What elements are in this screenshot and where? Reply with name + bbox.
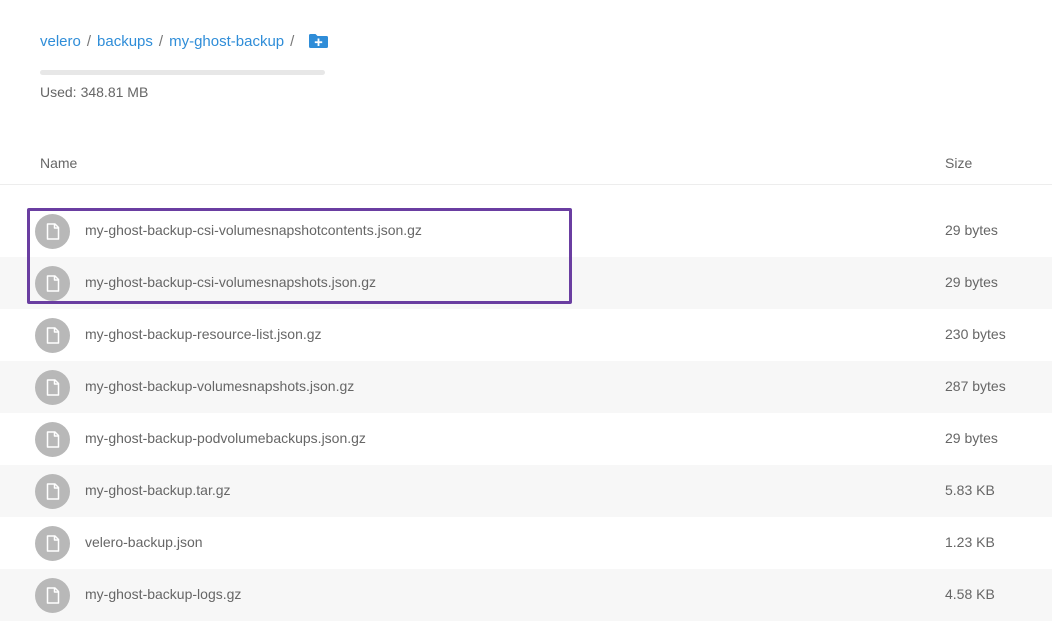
file-icon (35, 422, 70, 457)
file-icon (35, 318, 70, 353)
file-row[interactable]: my-ghost-backup-resource-list.json.gz 230… (0, 309, 1052, 361)
file-icon (35, 266, 70, 301)
breadcrumb-link-backups[interactable]: backups (97, 33, 153, 50)
file-browser-page: velero / backups / my-ghost-backup / Use… (0, 0, 1052, 632)
file-name[interactable]: my-ghost-backup-volumesnapshots.json.gz (85, 378, 354, 394)
breadcrumb: velero / backups / my-ghost-backup / (40, 30, 329, 52)
storage-usage-bar (40, 70, 325, 75)
file-name[interactable]: velero-backup.json (85, 534, 203, 550)
file-row[interactable]: my-ghost-backup-logs.gz 4.58 KB (0, 569, 1052, 621)
file-size: 29 bytes (945, 430, 998, 446)
file-icon (35, 526, 70, 561)
file-row[interactable]: my-ghost-backup-csi-volumesnapshots.json… (0, 257, 1052, 309)
breadcrumb-separator: / (290, 32, 295, 50)
storage-used-value: 348.81 MB (80, 84, 149, 100)
breadcrumb-separator: / (158, 32, 164, 50)
column-header-size[interactable]: Size (945, 155, 972, 171)
file-name[interactable]: my-ghost-backup.tar.gz (85, 482, 231, 498)
file-size: 230 bytes (945, 326, 1006, 342)
storage-used-label: Used: (40, 84, 77, 100)
storage-used-text: Used: 348.81 MB (40, 84, 148, 100)
file-name[interactable]: my-ghost-backup-csi-volumesnapshots.json… (85, 274, 376, 290)
file-name[interactable]: my-ghost-backup-podvolumebackups.json.gz (85, 430, 366, 446)
file-list: my-ghost-backup-csi-volumesnapshotconten… (0, 205, 1052, 621)
file-icon (35, 214, 70, 249)
file-icon (35, 370, 70, 405)
file-size: 287 bytes (945, 378, 1006, 394)
folder-plus-icon[interactable] (308, 32, 329, 50)
file-icon (35, 578, 70, 613)
file-size: 29 bytes (945, 274, 998, 290)
file-table-header: Name Size (0, 143, 1052, 185)
file-size: 5.83 KB (945, 482, 995, 498)
file-size: 4.58 KB (945, 586, 995, 602)
file-size: 1.23 KB (945, 534, 995, 550)
file-row[interactable]: velero-backup.json 1.23 KB (0, 517, 1052, 569)
file-row[interactable]: my-ghost-backup-volumesnapshots.json.gz 2… (0, 361, 1052, 413)
file-name[interactable]: my-ghost-backup-resource-list.json.gz (85, 326, 322, 342)
file-row[interactable]: my-ghost-backup-podvolumebackups.json.gz… (0, 413, 1052, 465)
file-size: 29 bytes (945, 222, 998, 238)
breadcrumb-link-velero[interactable]: velero (40, 33, 81, 50)
breadcrumb-separator: / (86, 32, 92, 50)
column-header-name[interactable]: Name (40, 155, 77, 171)
file-row[interactable]: my-ghost-backup-csi-volumesnapshotconten… (0, 205, 1052, 257)
file-name[interactable]: my-ghost-backup-logs.gz (85, 586, 241, 602)
breadcrumb-link-my-ghost-backup[interactable]: my-ghost-backup (169, 33, 284, 50)
file-icon (35, 474, 70, 509)
file-row[interactable]: my-ghost-backup.tar.gz 5.83 KB (0, 465, 1052, 517)
file-name[interactable]: my-ghost-backup-csi-volumesnapshotconten… (85, 222, 422, 238)
